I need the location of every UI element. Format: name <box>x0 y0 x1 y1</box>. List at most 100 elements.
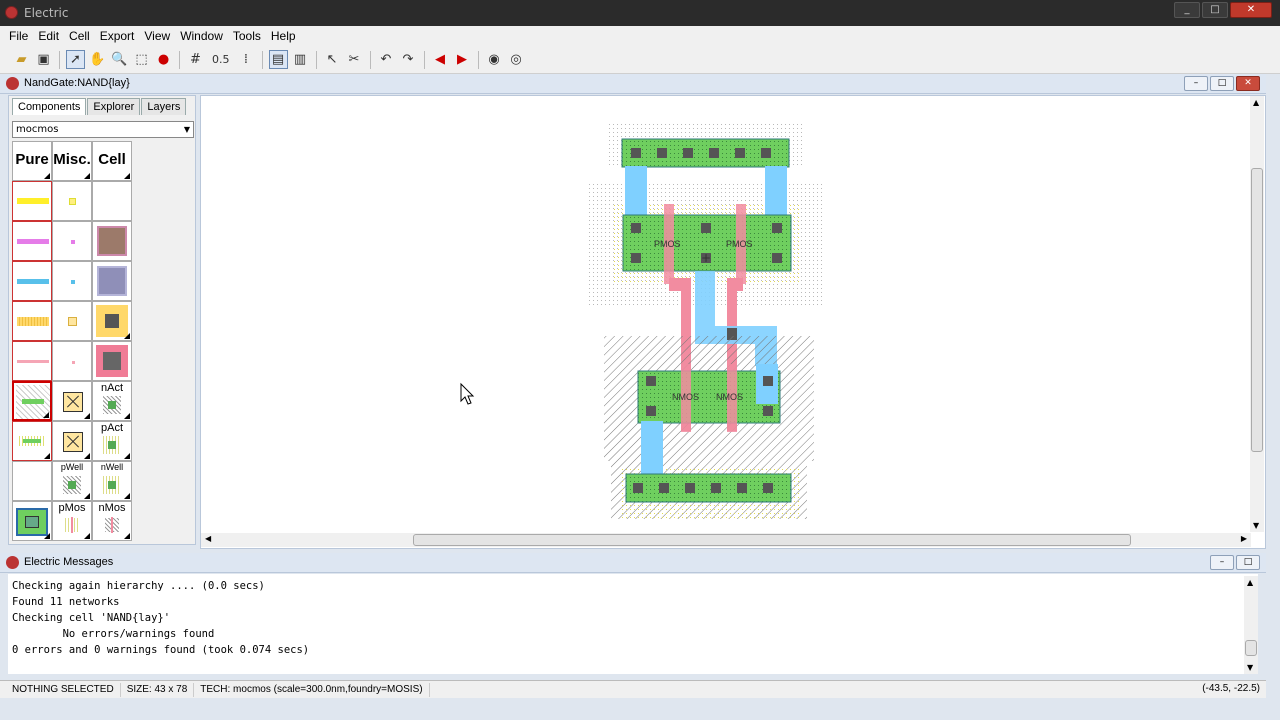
object-select-icon[interactable]: ↖ <box>323 50 342 69</box>
tab-components[interactable]: Components <box>12 98 87 115</box>
pwell-node-icon[interactable]: pWell <box>52 461 92 501</box>
well-contact-icon[interactable] <box>12 501 52 541</box>
pactive-pin-icon[interactable] <box>52 421 92 461</box>
messages-minimize-button[interactable]: – <box>1210 555 1234 570</box>
open-folder-icon[interactable]: ▰ <box>12 50 31 69</box>
canvas-vertical-scrollbar[interactable]: ▲ ▼ <box>1250 96 1264 532</box>
messages-scroll-thumb[interactable] <box>1245 640 1257 656</box>
nmos-node-icon[interactable]: nMos <box>92 501 132 541</box>
menu-edit[interactable]: Edit <box>33 29 64 43</box>
minimize-button[interactable]: _ <box>1174 2 1200 18</box>
metal1-pin-icon[interactable] <box>52 181 92 221</box>
palette-header-cell[interactable]: Cell <box>92 141 132 181</box>
select-arrow-icon[interactable]: ➚ <box>66 50 85 69</box>
nact-node-icon[interactable]: nAct <box>92 381 132 421</box>
nactive-arc-icon[interactable] <box>12 381 52 421</box>
status-coordinates: (-43.5, -22.5) <box>1202 683 1260 694</box>
poly-pin-icon[interactable] <box>52 341 92 381</box>
messages-window-icon <box>6 556 19 569</box>
menu-tools[interactable]: Tools <box>228 29 266 43</box>
editor-maximize-button[interactable]: □ <box>1210 76 1234 91</box>
eye-off-icon[interactable]: ◎ <box>507 50 526 69</box>
scissors-icon[interactable]: ✂ <box>345 50 364 69</box>
metal1-right[interactable] <box>765 166 787 218</box>
poly-arc-icon[interactable] <box>12 341 52 381</box>
metal1-nmos-left[interactable] <box>641 421 663 476</box>
outline-edit-icon[interactable]: ⬚ <box>132 50 151 69</box>
nmos-label-left: NMOS <box>672 392 699 402</box>
message-line: Checking cell 'NAND{lay}' <box>12 612 171 624</box>
technology-select[interactable]: mocmos ▼ <box>12 121 194 138</box>
poly-contact-icon[interactable] <box>92 341 132 381</box>
menu-export[interactable]: Export <box>95 29 140 43</box>
active-pin-icon[interactable] <box>52 301 92 341</box>
metal3-arc-icon[interactable] <box>12 261 52 301</box>
grid-align-icon[interactable]: ⁞ <box>237 50 256 69</box>
editor-titlebar: NandGate:NAND{lay} – □ ✕ <box>0 74 1266 94</box>
pmos-node-icon[interactable]: pMos <box>52 501 92 541</box>
app-title: Electric <box>24 6 69 20</box>
palette-header-pure[interactable]: Pure <box>12 141 52 181</box>
toolbar: ▰ ▣ ➚ ✋ 🔍 ⬚ ● # 0.5 ⁞ ▤ ▥ ↖ ✂ ↶ ↷ ◀ ▶ ◉ … <box>0 46 1280 74</box>
full-select-icon[interactable]: ▤ <box>268 50 288 69</box>
nwell-node-icon[interactable]: nWell <box>92 461 132 501</box>
pactive-arc-icon[interactable] <box>12 421 52 461</box>
cell-window-icon <box>6 77 19 90</box>
cell-center-cross: + <box>701 251 711 265</box>
via2-node-icon[interactable] <box>92 261 132 301</box>
editor-minimize-button[interactable]: – <box>1184 76 1208 91</box>
metal3-pin-icon[interactable] <box>52 261 92 301</box>
palette-header-misc[interactable]: Misc. <box>52 141 92 181</box>
messages-titlebar: Electric Messages – □ <box>0 553 1266 573</box>
metal2-pin-icon[interactable] <box>52 221 92 261</box>
messages-log[interactable]: Checking again hierarchy .... (0.0 secs)… <box>8 574 1258 674</box>
tab-explorer[interactable]: Explorer <box>87 98 141 115</box>
editor-close-button[interactable]: ✕ <box>1236 76 1260 91</box>
grid-value[interactable]: 0.5 <box>208 50 234 69</box>
grid-icon[interactable]: # <box>186 50 205 69</box>
component-panel: Components Explorer Layers mocmos ▼ Pure… <box>8 95 196 545</box>
eye-icon[interactable]: ◉ <box>485 50 504 69</box>
menu-help[interactable]: Help <box>266 29 301 43</box>
layout-canvas[interactable]: PMOS PMOS + NMOS NMOS ▲ ▼ ◀ ▶ <box>200 95 1266 549</box>
app-titlebar: Electric _ □ ✕ <box>0 0 1280 26</box>
back-arrow-icon[interactable]: ◀ <box>431 50 450 69</box>
editor-title: NandGate:NAND{lay} <box>24 77 130 89</box>
via-node-icon[interactable] <box>92 221 132 261</box>
message-line: No errors/warnings found <box>12 628 215 640</box>
pan-hand-icon[interactable]: ✋ <box>88 50 107 69</box>
horizontal-scroll-thumb[interactable] <box>413 534 1131 546</box>
active-contact-icon[interactable] <box>92 301 132 341</box>
save-icon[interactable]: ▣ <box>34 50 53 69</box>
metal2-arc-icon[interactable] <box>12 221 52 261</box>
tab-layers[interactable]: Layers <box>141 98 187 115</box>
messages-title: Electric Messages <box>24 556 114 568</box>
special-select-icon[interactable]: ▥ <box>291 50 310 69</box>
pact-node-icon[interactable]: pAct <box>92 421 132 461</box>
forward-arrow-icon[interactable]: ▶ <box>453 50 472 69</box>
layout-drawing[interactable]: PMOS PMOS + NMOS NMOS <box>201 96 1251 532</box>
maximize-button[interactable]: □ <box>1202 2 1228 18</box>
menu-cell[interactable]: Cell <box>64 29 95 43</box>
zoom-icon[interactable]: 🔍 <box>110 50 129 69</box>
close-button[interactable]: ✕ <box>1230 2 1272 18</box>
pmos-label-left: PMOS <box>654 239 681 249</box>
nactive-pin-icon[interactable] <box>52 381 92 421</box>
vertical-scroll-thumb[interactable] <box>1251 168 1263 452</box>
metal1-arc-icon[interactable] <box>12 181 52 221</box>
empty-palette-cell <box>12 461 52 501</box>
status-selection: NOTHING SELECTED <box>0 682 121 697</box>
menu-view[interactable]: View <box>139 29 175 43</box>
canvas-horizontal-scrollbar[interactable]: ◀ ▶ <box>201 533 1251 547</box>
active-arc-icon[interactable] <box>12 301 52 341</box>
menu-file[interactable]: File <box>4 29 33 43</box>
status-technology: TECH: mocmos (scale=300.0nm,foundry=MOSI… <box>194 682 430 697</box>
measure-icon[interactable]: ● <box>154 50 173 69</box>
messages-maximize-button[interactable]: □ <box>1236 555 1260 570</box>
undo-icon[interactable]: ↶ <box>377 50 396 69</box>
electric-app-icon <box>5 6 18 19</box>
messages-scrollbar[interactable]: ▲ ▼ <box>1244 576 1258 674</box>
menu-window[interactable]: Window <box>175 29 228 43</box>
technology-value: mocmos <box>16 124 59 135</box>
redo-icon[interactable]: ↷ <box>399 50 418 69</box>
